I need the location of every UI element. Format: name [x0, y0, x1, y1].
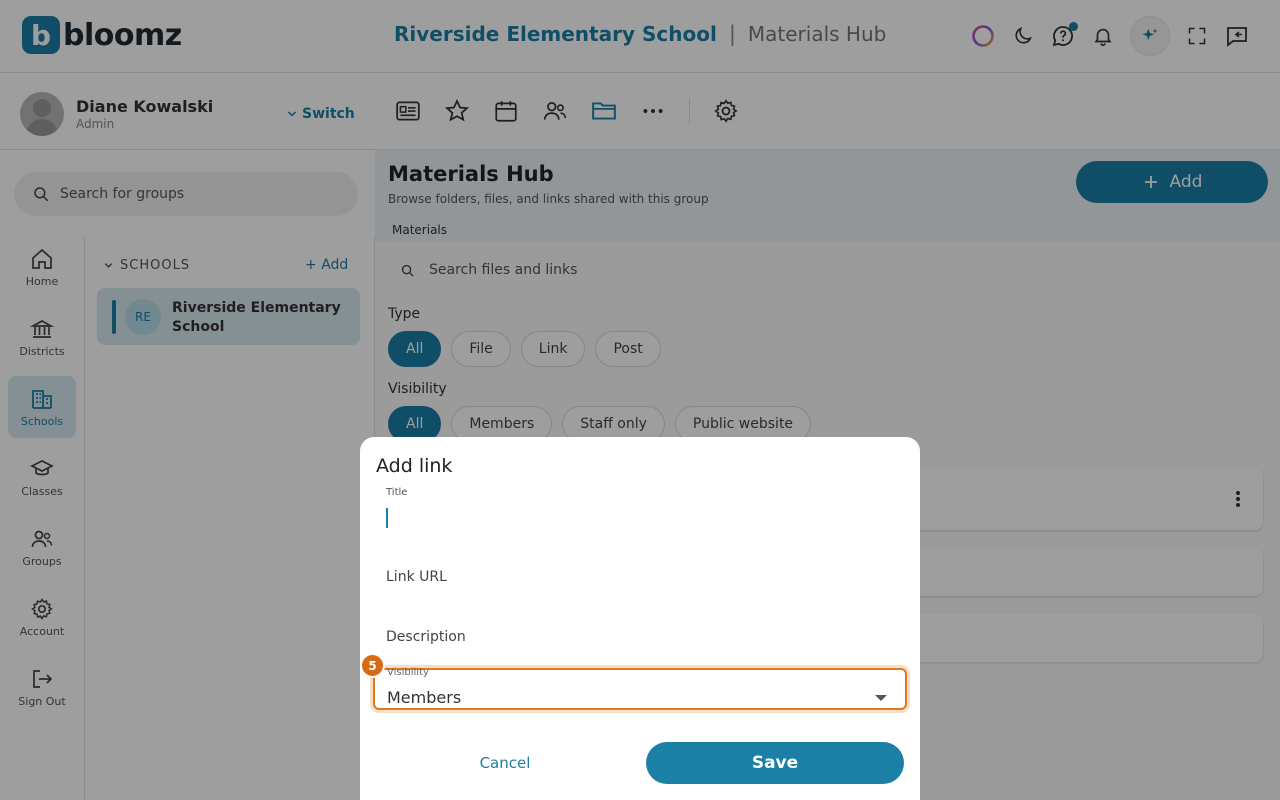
text-caret — [386, 508, 388, 528]
dropdown-arrow-icon — [875, 695, 887, 701]
description-label: Description — [386, 629, 466, 645]
visibility-select[interactable]: Visibility Members — [373, 667, 907, 710]
title-field-label: Title — [386, 487, 408, 498]
visibility-select-label: Visibility — [387, 667, 429, 678]
dialog-title: Add link — [376, 455, 453, 477]
step-number-badge: 5 — [360, 653, 385, 678]
cancel-button[interactable]: Cancel — [450, 745, 560, 781]
link-url-label: Link URL — [386, 569, 447, 585]
title-input[interactable] — [380, 501, 900, 533]
add-link-dialog: Add link Title Link URL Description Visi… — [360, 437, 920, 800]
visibility-select-value: Members — [387, 688, 462, 707]
link-url-input[interactable] — [380, 563, 900, 595]
save-button[interactable]: Save — [646, 742, 904, 784]
